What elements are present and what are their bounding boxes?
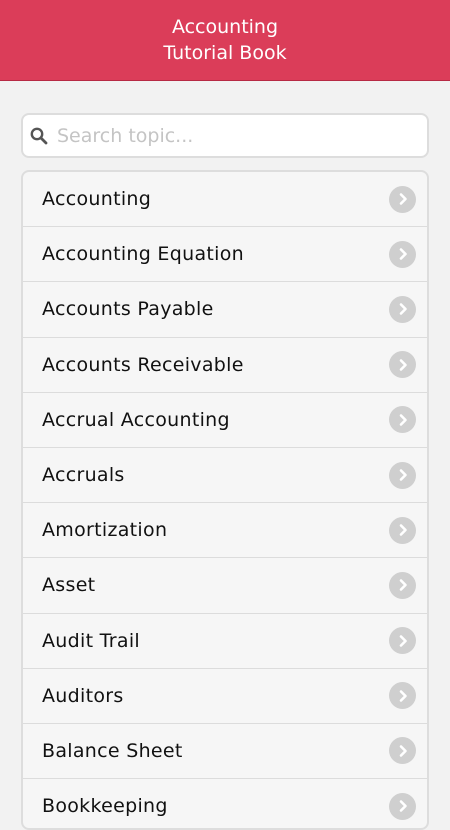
list-item[interactable]: Accounting Equation [23, 227, 427, 283]
chevron-right-icon [389, 516, 416, 544]
chevron-right-icon [389, 571, 416, 599]
list-item-label: Accounting [42, 188, 152, 211]
list-item[interactable]: Accounts Receivable [23, 338, 427, 393]
list-item-label: Audit Trail [42, 629, 140, 652]
search-icon [29, 126, 49, 146]
list-item-label: Asset [42, 574, 96, 597]
list-item[interactable]: Amortization [23, 503, 427, 559]
chevron-right-icon [389, 627, 416, 655]
list-item[interactable]: Accruals [23, 448, 427, 504]
chevron-right-icon [389, 406, 416, 434]
chevron-right-icon [389, 737, 416, 765]
chevron-right-icon [389, 240, 416, 268]
search-input[interactable] [57, 124, 397, 147]
chevron-right-icon [389, 461, 416, 489]
topic-list: Accounting Accounting Equation Accounts … [21, 170, 429, 830]
app-header: Accounting Tutorial Book [0, 0, 450, 81]
list-item-label: Auditors [42, 684, 124, 707]
list-item[interactable]: Asset [23, 558, 427, 614]
list-item[interactable]: Accounting [23, 172, 427, 228]
list-item-label: Accruals [42, 464, 125, 487]
chevron-right-icon [389, 185, 416, 213]
list-item-label: Balance Sheet [42, 739, 183, 762]
list-item-label: Accounts Receivable [42, 353, 244, 376]
list-item[interactable]: Auditors [23, 669, 427, 724]
list-item[interactable]: Balance Sheet [23, 724, 427, 780]
list-item-label: Amortization [42, 519, 168, 542]
list-item-label: Bookkeeping [42, 795, 168, 818]
list-item[interactable]: Accrual Accounting [23, 393, 427, 448]
app-title: Accounting Tutorial Book [163, 16, 287, 64]
list-item[interactable]: Bookkeeping [23, 779, 427, 828]
chevron-right-icon [389, 351, 416, 379]
chevron-right-icon [389, 792, 416, 820]
chevron-right-icon [389, 295, 416, 323]
list-item[interactable]: Accounts Payable [23, 282, 427, 338]
chevron-right-icon [389, 682, 416, 710]
list-item-label: Accounting Equation [42, 243, 244, 266]
search-bar[interactable] [21, 113, 429, 158]
list-item-label: Accrual Accounting [42, 408, 230, 431]
list-item-label: Accounts Payable [42, 298, 214, 321]
list-item[interactable]: Audit Trail [23, 614, 427, 669]
